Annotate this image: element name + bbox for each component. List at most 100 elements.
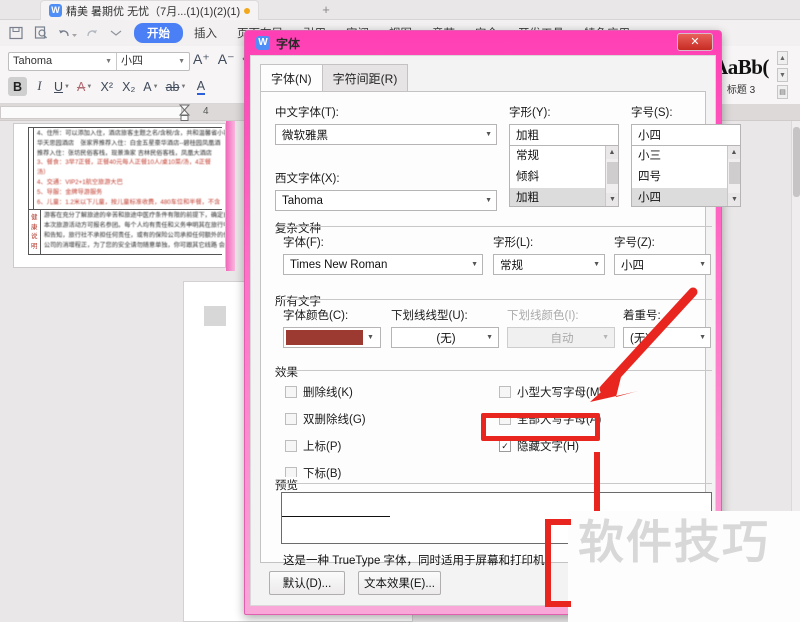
western-font-combo[interactable]: Tahoma ▼: [275, 190, 497, 211]
listbox-scrollbar[interactable]: ▲ ▼: [727, 146, 740, 206]
list-item[interactable]: 小四: [632, 188, 740, 206]
chevron-down-icon: ▼: [699, 261, 706, 268]
superscript-button[interactable]: X²: [97, 77, 116, 96]
save-icon[interactable]: [8, 25, 24, 41]
checkbox-label: 小型大写字母(M): [517, 387, 604, 399]
ribbon-tab-start[interactable]: 开始: [134, 23, 183, 43]
checkbox-label: 上标(P): [303, 441, 342, 453]
complex-size-field: 字号(Z): 小四 ▼: [614, 234, 711, 275]
underline-button[interactable]: U ▼: [52, 77, 72, 96]
font-color-button[interactable]: A: [191, 77, 210, 96]
cn-font-value: 微软雅黑: [282, 129, 328, 142]
dialog-button-row: 默认(D)... 文本效果(E)...: [269, 571, 441, 595]
scrollbar-thumb[interactable]: [729, 162, 740, 184]
list-item[interactable]: 加粗: [510, 188, 618, 206]
checkbox-box: ✓: [499, 440, 511, 452]
emphasis-mark-value: (无): [630, 332, 650, 345]
grow-font-button[interactable]: A⁺: [193, 51, 210, 68]
list-item[interactable]: 倾斜: [510, 167, 618, 188]
redo-icon[interactable]: [83, 25, 99, 41]
font-name-combo[interactable]: Tahoma ▼: [9, 53, 116, 70]
complex-font-combo[interactable]: Times New Roman ▼: [283, 254, 483, 275]
checkbox-strikethrough[interactable]: 删除线(K): [285, 384, 366, 400]
tab-font[interactable]: 字体(N): [260, 64, 323, 93]
list-item[interactable]: 小三: [632, 146, 740, 167]
format-button-row: B I U ▼ A ▼ X² X₂ A ▼ ab ▼ A: [8, 77, 210, 96]
document-page-1[interactable]: 4、住所：可以添加入住，酒店旅客主题之名/含税/含，共和温馨省小客 华天思园酒店…: [13, 123, 226, 268]
tab-character-spacing[interactable]: 字符间距(R): [321, 64, 409, 93]
scroll-down-icon[interactable]: ▼: [777, 68, 788, 82]
ribbon-tab-insert[interactable]: 插入: [185, 23, 226, 43]
chevron-down-icon: ▼: [105, 58, 112, 65]
checkbox-small-caps[interactable]: 小型大写字母(M): [499, 384, 603, 400]
highlight-button[interactable]: ab ▼: [164, 77, 189, 96]
doc-line: 6、儿童：1.2米以下儿童，按儿童标准收费，480车位和半餐，不含: [37, 198, 221, 206]
new-tab-button[interactable]: +: [318, 3, 334, 17]
document-tab[interactable]: W 精美 暑期优 无忧（7月...(1)(1)(2)(1): [40, 0, 260, 20]
scroll-down-icon[interactable]: ▼: [606, 193, 618, 206]
undo-icon[interactable]: [58, 25, 77, 41]
doc-line: 4、交通：VIP2+1航空旅游大巴: [37, 178, 123, 186]
table-cell-content: 游客在充分了解旅途的辛苦和旅途中医疗条件有限的前提下，确定自身 本次旅游活动方可…: [41, 210, 225, 254]
italic-button[interactable]: I: [30, 77, 49, 96]
font-size-listbox[interactable]: 小三 四号 小四 ▲ ▼: [631, 145, 741, 207]
bold-button[interactable]: B: [8, 77, 27, 96]
checkbox-box: [285, 413, 297, 425]
underline-label: U: [54, 79, 64, 94]
scrollbar-thumb[interactable]: [607, 162, 618, 184]
scroll-up-icon[interactable]: ▲: [777, 51, 788, 65]
font-size-combo[interactable]: 小四 ▼: [116, 53, 189, 70]
font-color-picker[interactable]: ▼: [283, 327, 381, 348]
list-item[interactable]: 四号: [632, 167, 740, 188]
scrollbar-thumb[interactable]: [793, 127, 800, 197]
listbox-scrollbar[interactable]: ▲ ▼: [605, 146, 618, 206]
group-divider: [275, 370, 712, 371]
default-button[interactable]: 默认(D)...: [269, 571, 345, 595]
font-size-value: 小四: [638, 130, 661, 142]
underline-style-field: 下划线线型(U): (无) ▼: [391, 307, 499, 348]
font-style-input[interactable]: 加粗: [509, 124, 619, 145]
more-styles-icon[interactable]: ▤: [777, 85, 788, 99]
list-item[interactable]: 常规: [510, 146, 618, 167]
complex-size-combo[interactable]: 小四 ▼: [614, 254, 711, 275]
text-effects-button[interactable]: 文本效果(E)...: [358, 571, 441, 595]
complex-style-combo[interactable]: 常规 ▼: [493, 254, 605, 275]
underline-color-label: 下划线颜色(I):: [507, 310, 579, 322]
close-button[interactable]: ✕: [677, 33, 713, 51]
print-preview-icon[interactable]: [33, 25, 49, 41]
style-gallery-scroll[interactable]: ▲ ▼ ▤: [777, 51, 788, 99]
complex-style-value: 常规: [500, 259, 523, 272]
font-size-input[interactable]: 小四: [631, 124, 741, 145]
font-style-listbox[interactable]: 常规 倾斜 加粗 ▲ ▼: [509, 145, 619, 207]
checkbox-hidden-text[interactable]: ✓ 隐藏文字(H): [499, 438, 603, 454]
dialog-title-bar[interactable]: W 字体 ✕: [250, 31, 716, 55]
effects-right-column: 小型大写字母(M) 全部大写字母(A) ✓ 隐藏文字(H): [499, 384, 603, 454]
scroll-up-icon[interactable]: ▲: [728, 146, 740, 159]
doc-line: 4、住所：可以添加入住，酒店旅客主题之名/含税/含，共和温馨省小客: [37, 130, 226, 137]
customize-qat-icon[interactable]: [108, 25, 124, 41]
checkbox-all-caps[interactable]: 全部大写字母(A): [499, 411, 603, 427]
doc-line: 华天思园酒店 张家界推荐入住：白金五星豪华酒店--碧桂园凤凰酒: [37, 139, 221, 147]
checkbox-double-strikethrough[interactable]: 双删除线(G): [285, 411, 366, 427]
scroll-down-icon[interactable]: ▼: [728, 193, 740, 206]
table-row: 4、住所：可以添加入住，酒店旅客主题之名/含税/含，共和温馨省小客 华天思园酒店…: [28, 127, 225, 210]
font-name-value: Tahoma: [13, 55, 53, 67]
ruler-tick-label: 4: [203, 106, 209, 117]
emphasis-mark-combo[interactable]: (无) ▼: [623, 327, 711, 348]
checkbox-box: [285, 386, 297, 398]
complex-style-field: 字形(L): 常规 ▼: [493, 234, 605, 275]
table-cell-label: 健康 说明: [29, 210, 41, 255]
strikethrough-button[interactable]: A ▼: [75, 77, 94, 96]
text-effects-button[interactable]: A ▼: [141, 77, 160, 96]
chevron-down-icon: ▼: [485, 131, 492, 138]
indent-marker-icon[interactable]: [178, 104, 191, 121]
subscript-button[interactable]: X₂: [119, 77, 138, 96]
underline-style-combo[interactable]: (无) ▼: [391, 327, 499, 348]
shrink-font-button[interactable]: A⁻: [218, 51, 235, 68]
scroll-up-icon[interactable]: ▲: [606, 146, 618, 159]
dialog-title: 字体: [276, 36, 301, 51]
text-effects-label: A: [143, 79, 152, 94]
cn-font-combo[interactable]: 微软雅黑 ▼: [275, 124, 497, 145]
checkbox-superscript[interactable]: 上标(P): [285, 438, 366, 454]
doc-line: 3、餐食：3早7正餐，正餐40元每人正餐10人/桌10菜/汤，4正餐: [37, 159, 211, 167]
